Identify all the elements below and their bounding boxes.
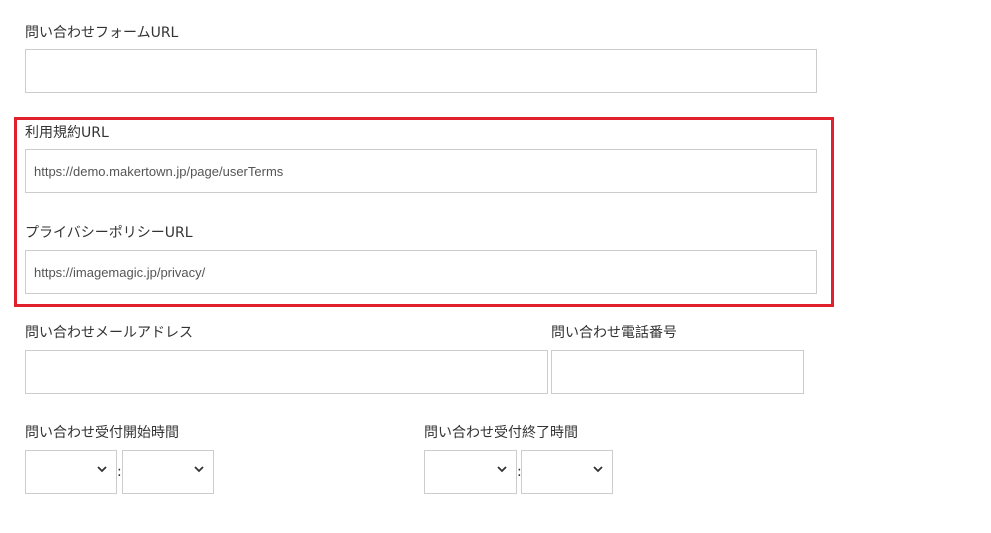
end-minute-select[interactable]	[521, 450, 613, 494]
chevron-down-icon	[497, 466, 507, 473]
privacy-url-input[interactable]	[25, 250, 817, 294]
end-time-label: 問い合わせ受付終了時間	[424, 425, 578, 441]
contact-phone-input[interactable]	[551, 350, 804, 394]
end-hour-select[interactable]	[424, 450, 517, 494]
start-minute-select[interactable]	[122, 450, 214, 494]
contact-email-input[interactable]	[25, 350, 548, 394]
chevron-down-icon	[593, 466, 603, 473]
terms-url-input[interactable]	[25, 149, 817, 193]
chevron-down-icon	[97, 466, 107, 473]
terms-url-label: 利用規約URL	[25, 125, 109, 141]
contact-form-url-input[interactable]	[25, 49, 817, 93]
start-time-separator: :	[117, 464, 122, 480]
contact-phone-label: 問い合わせ電話番号	[551, 325, 677, 341]
start-time-label: 問い合わせ受付開始時間	[25, 425, 179, 441]
contact-form-url-label: 問い合わせフォームURL	[25, 25, 179, 41]
contact-email-label: 問い合わせメールアドレス	[25, 325, 193, 341]
chevron-down-icon	[194, 466, 204, 473]
start-hour-select[interactable]	[25, 450, 117, 494]
privacy-url-label: プライバシーポリシーURL	[25, 225, 193, 241]
